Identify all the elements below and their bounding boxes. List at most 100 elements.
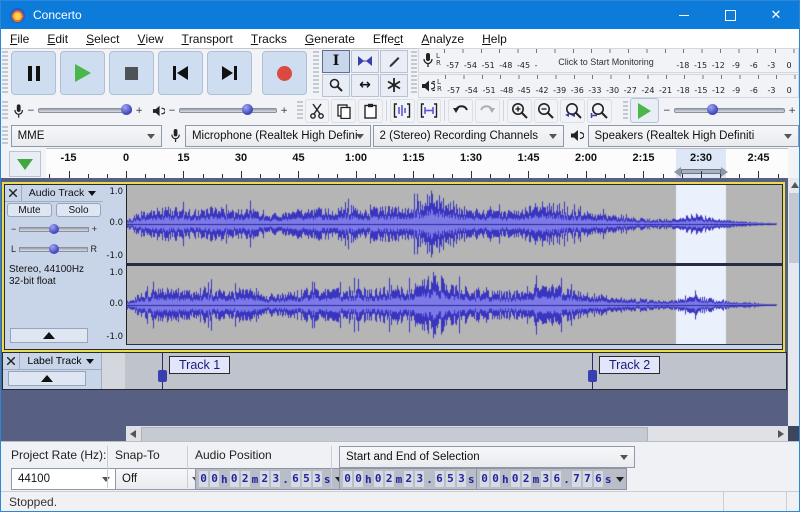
project-rate-combobox[interactable]: 44100 xyxy=(11,468,117,490)
time-digit[interactable]: 3 xyxy=(271,471,280,487)
time-digit[interactable]: 2 xyxy=(522,471,531,487)
selection-start-field[interactable]: 00h02m23.653s xyxy=(339,468,490,490)
vertical-scale-ruler[interactable]: 1.00.0-1.01.00.0-1.0 xyxy=(103,185,127,345)
audio-host-combobox[interactable]: MME xyxy=(11,125,162,147)
recording-volume-thumb[interactable] xyxy=(121,104,132,115)
close-track-button[interactable] xyxy=(5,185,22,201)
menu-select[interactable]: Select xyxy=(77,29,128,48)
menu-tracks[interactable]: Tracks xyxy=(242,29,296,48)
horizontal-scrollbar[interactable] xyxy=(126,426,788,441)
paste-button[interactable] xyxy=(358,99,383,123)
timeline-ruler[interactable]: -1501530451:001:151:301:452:002:152:302:… xyxy=(46,148,788,179)
mute-button[interactable]: Mute xyxy=(7,203,52,217)
zoom-tool-button[interactable] xyxy=(322,74,350,97)
menu-transport[interactable]: Transport xyxy=(172,29,241,48)
redo-button[interactable] xyxy=(475,99,500,123)
label-text[interactable]: Track 1 xyxy=(169,356,230,374)
pan-thumb[interactable] xyxy=(49,244,59,254)
collapse-track-button[interactable] xyxy=(10,328,88,343)
time-digit[interactable]: 0 xyxy=(354,471,363,487)
waveform-display[interactable] xyxy=(127,185,782,345)
label-flag-icon[interactable] xyxy=(588,370,597,382)
time-digit[interactable]: 2 xyxy=(404,471,413,487)
menu-help[interactable]: Help xyxy=(473,29,516,48)
time-unit[interactable]: . xyxy=(562,473,571,486)
track-area[interactable]: Audio Track Mute Solo −+ LR Ster xyxy=(1,178,788,426)
multi-tool-button[interactable] xyxy=(380,74,408,97)
label-text[interactable]: Track 2 xyxy=(599,356,660,374)
time-digit[interactable]: 2 xyxy=(385,471,394,487)
time-digit[interactable]: 0 xyxy=(343,471,352,487)
zoom-selection-button[interactable] xyxy=(560,99,585,123)
recording-meter[interactable]: LR -57-54-51-48-45-42-39-36-33-30-27-24-… xyxy=(418,48,799,73)
play-at-speed-button[interactable] xyxy=(630,98,659,123)
maximize-button[interactable] xyxy=(707,1,753,29)
selection-tool-button[interactable]: I xyxy=(322,50,350,73)
time-unit[interactable]: m xyxy=(532,473,541,486)
time-digit[interactable]: 6 xyxy=(291,471,300,487)
recording-meter-grip[interactable] xyxy=(411,51,417,95)
scroll-up-button[interactable] xyxy=(788,178,800,192)
close-button[interactable]: ✕ xyxy=(753,1,799,29)
monitoring-hint[interactable]: Click to Start Monitoring xyxy=(537,55,675,69)
audio-track[interactable]: Audio Track Mute Solo −+ LR Ster xyxy=(2,182,785,352)
play-speed-thumb[interactable] xyxy=(707,104,718,115)
time-digit[interactable]: 7 xyxy=(572,471,581,487)
resize-grip[interactable] xyxy=(786,492,799,512)
menu-edit[interactable]: Edit xyxy=(38,29,77,48)
zoom-fit-button[interactable] xyxy=(587,99,612,123)
chevron-down-icon[interactable] xyxy=(616,477,624,482)
label-track[interactable]: Label Track Track 1 Track 2 xyxy=(2,352,787,390)
selection-mode-combobox[interactable]: Start and End of Selection xyxy=(339,446,635,468)
close-track-button[interactable] xyxy=(3,353,20,369)
zoom-in-button[interactable] xyxy=(507,99,532,123)
scroll-left-button[interactable] xyxy=(126,426,140,441)
mixer-toolbar-grip[interactable] xyxy=(2,101,8,120)
recording-volume-slider[interactable] xyxy=(38,106,133,116)
selection-end-field[interactable]: 00h02m36.776s xyxy=(476,468,627,490)
label-flag-icon[interactable] xyxy=(158,370,167,382)
draw-tool-button[interactable] xyxy=(380,50,408,73)
time-digit[interactable]: 3 xyxy=(457,471,466,487)
label-track-content[interactable]: Track 1 Track 2 xyxy=(125,353,786,389)
tools-toolbar-grip[interactable] xyxy=(313,51,319,95)
play-at-speed-grip[interactable] xyxy=(623,101,629,120)
playback-volume-thumb[interactable] xyxy=(242,104,253,115)
menu-generate[interactable]: Generate xyxy=(296,29,364,48)
edit-toolbar-grip[interactable] xyxy=(297,101,303,120)
time-unit[interactable]: s xyxy=(467,473,476,486)
audio-position-field[interactable]: 00h02m23.653s xyxy=(195,468,346,490)
time-digit[interactable]: 6 xyxy=(594,471,603,487)
time-digit[interactable]: 5 xyxy=(302,471,311,487)
time-unit[interactable]: m xyxy=(251,473,260,486)
track-name-menu-button[interactable]: Label Track xyxy=(20,353,101,369)
waveform-channel-left[interactable] xyxy=(127,185,782,263)
menu-analyze[interactable]: Analyze xyxy=(412,29,473,48)
time-unit[interactable]: . xyxy=(281,473,290,486)
scroll-right-button[interactable] xyxy=(774,426,788,441)
silence-audio-button[interactable] xyxy=(417,99,442,123)
recording-device-combobox[interactable]: Microphone (Realtek High Defini xyxy=(185,125,371,147)
waveform-channel-right[interactable] xyxy=(127,266,782,344)
minimize-button[interactable] xyxy=(661,1,707,29)
time-digit[interactable]: 0 xyxy=(374,471,383,487)
envelope-tool-button[interactable] xyxy=(351,50,379,73)
play-speed-slider[interactable] xyxy=(674,106,786,116)
time-unit[interactable]: h xyxy=(501,473,510,486)
menu-view[interactable]: View xyxy=(128,29,172,48)
time-digit[interactable]: 0 xyxy=(480,471,489,487)
time-digit[interactable]: 3 xyxy=(313,471,322,487)
playback-device-combobox[interactable]: Speakers (Realtek High Definiti xyxy=(588,125,800,147)
recording-channels-combobox[interactable]: 2 (Stereo) Recording Channels xyxy=(373,125,564,147)
device-toolbar-grip[interactable] xyxy=(2,126,8,145)
vertical-scrollbar-thumb[interactable] xyxy=(789,193,800,263)
collapse-track-button[interactable] xyxy=(8,371,86,386)
zoom-out-button[interactable] xyxy=(534,99,559,123)
track-name-menu-button[interactable]: Audio Track xyxy=(22,185,103,201)
time-digit[interactable]: 6 xyxy=(552,471,561,487)
skip-to-end-button[interactable] xyxy=(207,51,252,95)
time-unit[interactable]: s xyxy=(604,473,613,486)
time-unit[interactable]: m xyxy=(395,473,404,486)
solo-button[interactable]: Solo xyxy=(56,203,101,217)
time-unit[interactable]: h xyxy=(364,473,373,486)
